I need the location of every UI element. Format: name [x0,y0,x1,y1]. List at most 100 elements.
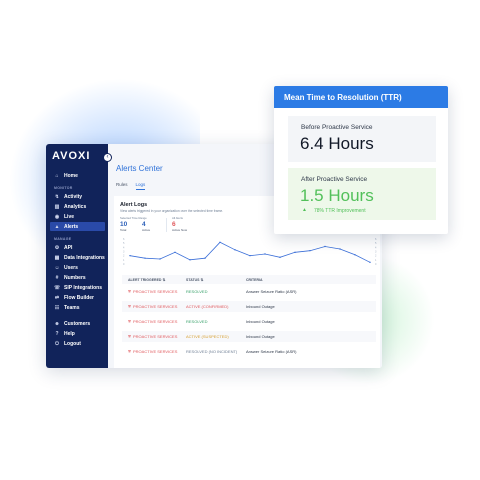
chart-point[interactable] [354,254,356,256]
status-badge: RESOLVED [186,319,208,324]
y-tick-label-left: 0 [123,263,125,266]
shield-icon: ⛨ [128,304,131,309]
y-tick-label-right: 3 [375,251,377,254]
sidebar-item-teams[interactable]: ☷ Teams [50,303,105,312]
tab-rules[interactable]: Rules [116,182,128,190]
shield-icon: ⛨ [128,349,131,354]
alert-tag: ⛨ PROACTIVE SERVICES [122,319,182,324]
header-alert-triggered[interactable]: ALERT TRIGGERED ⇅ [122,278,182,282]
sidebar-item-home[interactable]: ⌂ Home [50,171,105,180]
chart-point[interactable] [174,251,176,254]
ttr-before-panel: Before Proactive Service 6.4 Hours [288,116,436,162]
chart-point[interactable] [279,256,281,259]
header-criteria-label: CRITERIA [246,277,263,282]
y-tick-label-left: 6 [123,238,125,241]
chart-point[interactable] [339,248,341,250]
chart-point[interactable] [234,249,236,251]
table-row[interactable]: ⛨ PROACTIVE SERVICES ACTIVE (SUSPECTED) Inb… [122,331,376,342]
chart-point[interactable] [249,254,251,257]
status-badge: ACTIVE (SUSPECTED) [186,334,229,339]
sidebar-item-label: Flow Builder [64,294,94,301]
sidebar-item-alerts[interactable]: ▲ Alerts [50,222,105,231]
alert-name: PROACTIVE SERVICES [133,304,178,309]
ttr-after-panel: After Proactive Service 1.5 Hours ▲ 78% … [288,168,436,220]
sidebar-item-help[interactable]: ? Help [50,329,105,338]
alert-name: PROACTIVE SERVICES [133,349,178,354]
sidebar-item-data-integrations[interactable]: ▦ Data Integrations [50,253,105,262]
chart-point[interactable] [219,241,221,244]
chart-point[interactable] [159,258,161,260]
status-badge: RESOLVED (NO INCIDENT) [186,349,238,354]
header-status-label: STATUS [186,277,200,282]
sip-icon: ☏ [54,284,61,291]
table-row[interactable]: ⛨ PROACTIVE SERVICES RESOLVED Answer Seizur… [122,286,376,297]
numbers-icon: # [55,274,59,281]
sidebar-item-logout[interactable]: ⏻ Logout [50,339,105,348]
shield-icon: ⛨ [128,319,131,324]
tabs: Rules Logs [116,182,146,190]
sidebar-section-label: MANAGE [54,237,72,241]
alert-trend-chart: 0 01 12 23 34 45 56 6 [123,238,377,266]
sidebar-item-label: Teams [64,304,80,311]
sidebar-item-sip-integrations[interactable]: ☏ SIP Integrations [50,283,105,292]
sidebar-item-label: Analytics [64,203,87,210]
ttr-before-label: Before Proactive Service [301,124,373,131]
sidebar-item-label: Home [64,172,78,179]
status-badge: ACTIVE (CONFIRMED) [186,304,229,309]
alert-tag: ⛨ PROACTIVE SERVICES [122,334,182,339]
y-tick-label-right: 6 [375,238,377,241]
sidebar-item-api[interactable]: ⚙ API [50,243,105,252]
sidebar-item-activity[interactable]: ↯ Activity [50,192,105,201]
sidebar-item-label: Users [64,264,78,271]
avoxi-logo: AVOXI [52,150,91,162]
help-icon: ? [55,330,59,337]
chart-point[interactable] [204,257,206,259]
alert-name: PROACTIVE SERVICES [133,289,178,294]
chart-point[interactable] [144,257,146,259]
sidebar-section-label: MONITOR [54,186,73,190]
header-criteria[interactable]: CRITERIA [242,278,372,282]
tab-logs[interactable]: Logs [135,182,146,190]
sidebar-item-users[interactable]: ☺ Users [50,263,105,272]
chart-point[interactable] [189,259,191,261]
data-integrations-icon: ▦ [54,254,60,261]
alert-name: PROACTIVE SERVICES [133,319,178,324]
chart-point[interactable] [129,254,131,257]
sidebar-item-flow-builder[interactable]: ⇄ Flow Builder [50,293,105,302]
sidebar-item-label: Live [64,213,75,220]
sidebar-item-customers[interactable]: ☻ Customers [50,319,105,328]
table-row[interactable]: ⛨ PROACTIVE SERVICES RESOLVED Inbound Outag… [122,316,376,327]
chart-point[interactable] [369,261,371,264]
ttr-after-label: After Proactive Service [301,176,368,183]
alert-name: PROACTIVE SERVICES [133,334,178,339]
criteria-cell: Answer Seizure Ratio (ASR) [246,349,297,354]
chart-point[interactable] [324,245,326,248]
y-tick-label-right: 2 [375,255,377,258]
activity-icon: ↯ [54,193,60,200]
home-icon: ⌂ [55,172,59,179]
alert-tag: ⛨ PROACTIVE SERVICES [122,289,182,294]
y-tick-label-left: 1 [123,259,125,262]
shield-icon: ⛨ [128,334,131,339]
logout-icon: ⏻ [55,340,59,347]
criteria-cell: Inbound Outage [246,334,275,339]
chart-point[interactable] [264,253,266,255]
stat-active-now-caption: Active Now [172,228,188,232]
table-row[interactable]: ⛨ PROACTIVE SERVICES ACTIVE (CONFIRMED) Inb… [122,301,376,312]
table-row[interactable]: ⛨ PROACTIVE SERVICES RESOLVED (NO INCIDENT… [122,346,376,357]
alert-logs-subtitle: View alerts triggered in your organizati… [120,209,224,213]
customers-icon: ☻ [54,320,60,327]
collapse-sidebar-icon[interactable]: ‹ [103,153,112,162]
sidebar-item-numbers[interactable]: # Numbers [50,273,105,282]
chart-point[interactable] [294,251,296,254]
sidebar-item-analytics[interactable]: ▥ Analytics [50,202,105,211]
flow-builder-icon: ⇄ [54,294,60,301]
header-status[interactable]: STATUS ⇅ [182,278,242,282]
sidebar: AVOXI ⌂ Home MONITOR ↯ Activity ▥ Analytics ◉ Li… [46,144,108,368]
y-tick-label-left: 5 [123,242,125,245]
chart-point[interactable] [309,249,311,252]
criteria-cell: Inbound Outage [246,319,275,324]
sidebar-item-live[interactable]: ◉ Live [50,212,105,221]
sidebar-item-label: Logout [64,340,81,347]
sidebar-item-label: API [64,244,73,251]
